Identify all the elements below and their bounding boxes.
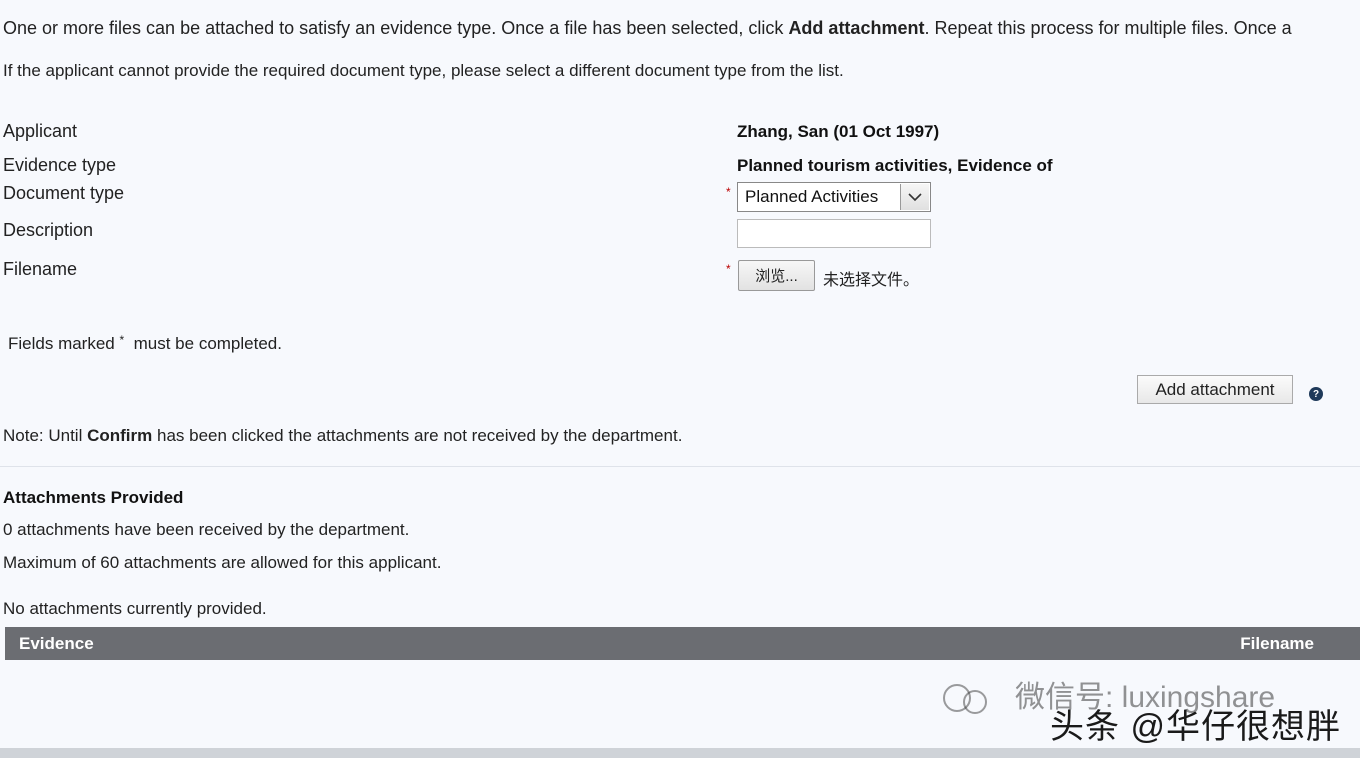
description-label: Description [3,220,94,240]
note-text: Note: Until [3,426,88,445]
wechat-watermark-icon [943,684,987,714]
filename-label: Filename [3,259,78,279]
column-header-evidence[interactable]: Evidence [19,634,94,654]
watermark-toutiao: 头条 @华仔很想胖 [1050,708,1341,746]
add-attachment-button[interactable]: Add attachment [1137,375,1293,404]
bottom-scrollbar[interactable] [0,748,1360,758]
confirm-note: Note: Until Confirm has been clicked the… [3,426,682,446]
attachments-received-text: 0 attachments have been received by the … [3,520,410,539]
document-type-select[interactable]: Planned Activities [737,182,931,212]
attachment-page: One or more files can be attached to sat… [0,0,1360,758]
document-type-selected: Planned Activities [745,187,879,206]
note-bold-text: Confirm [87,426,153,445]
required-fields-note: Fields marked * must be completed. [8,333,282,354]
description-input[interactable] [737,219,931,248]
intro-line-1: One or more files can be attached to sat… [3,18,1292,39]
section-divider [0,466,1360,467]
evidence-type-value: Planned tourism activities, Evidence of [737,156,1053,175]
required-marker: * [726,262,731,276]
required-marker: * [119,333,125,347]
applicant-value: Zhang, San (01 Oct 1997) [737,122,940,141]
attachments-maximum-text: Maximum of 60 attachments are allowed fo… [3,553,442,572]
intro-text-end: . Repeat this process for multiple files… [924,18,1292,38]
fields-note-text-end: must be completed. [133,334,282,353]
attachments-table-header: Evidence Filename [5,627,1360,660]
fields-note-text: Fields marked [8,334,115,353]
browse-button[interactable]: 浏览... [738,260,815,291]
intro-text: One or more files can be attached to sat… [3,18,789,38]
no-attachments-text: No attachments currently provided. [3,599,267,618]
evidence-type-label: Evidence type [3,155,117,175]
attachments-heading: Attachments Provided [3,488,184,507]
note-text-end: has been clicked the attachments are not… [152,426,683,445]
applicant-label: Applicant [3,121,78,141]
document-type-label: Document type [3,183,125,203]
intro-bold-text: Add attachment [788,18,925,38]
no-file-text: 未选择文件。 [823,272,920,289]
column-header-filename[interactable]: Filename [1240,634,1314,654]
chevron-down-icon[interactable] [900,184,929,210]
intro-line-2: If the applicant cannot provide the requ… [3,61,844,80]
help-icon[interactable]: ? [1309,387,1323,401]
required-marker: * [726,185,731,199]
